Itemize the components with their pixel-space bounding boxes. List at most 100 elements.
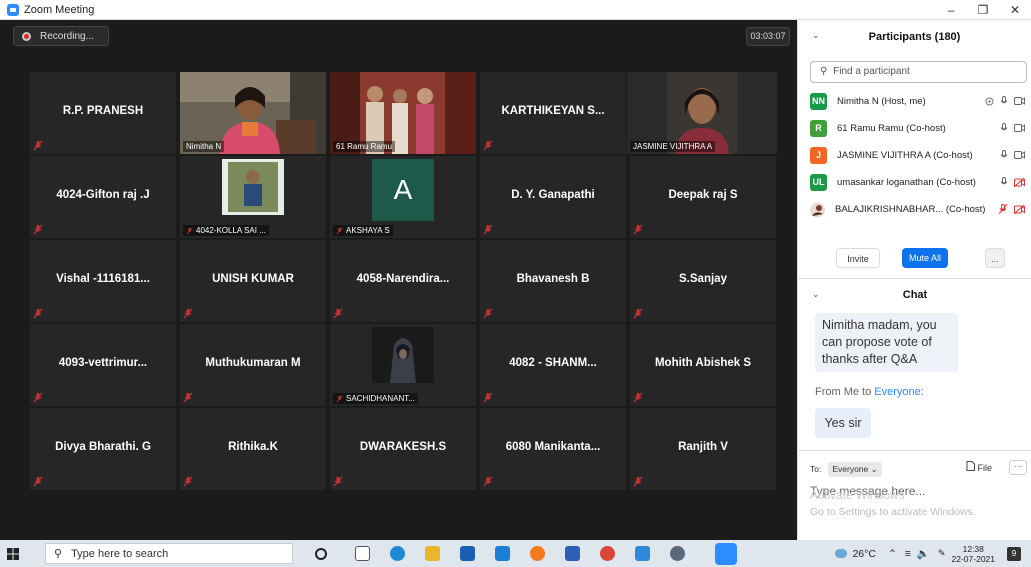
muted-mic-icon xyxy=(633,476,643,487)
video-tile[interactable]: 4024-Gifton raj .J xyxy=(30,156,176,238)
video-tile[interactable]: Rithika.K xyxy=(180,408,326,490)
participant-row-name: umasankar loganathan (Co-host) xyxy=(837,177,976,188)
camera-icon xyxy=(1014,97,1025,105)
network-icon[interactable]: ≡ xyxy=(905,548,911,560)
video-tile[interactable]: 4082 - SHANM... xyxy=(480,324,626,406)
video-tile[interactable]: 4093-vettrimur... xyxy=(30,324,176,406)
video-tile[interactable]: KARTHIKEYAN S... xyxy=(480,72,626,154)
muted-mic-icon xyxy=(33,308,43,319)
video-tile[interactable]: Divya Bharathi. G xyxy=(30,408,176,490)
video-tile[interactable]: 6080 Manikanta... xyxy=(480,408,626,490)
edge-browser-icon[interactable] xyxy=(390,546,405,561)
participant-row[interactable]: J JASMINE VIJITHRA A (Co-host) xyxy=(808,142,1028,169)
close-button[interactable]: ✕ xyxy=(999,0,1031,20)
avatar: NN xyxy=(810,93,827,110)
file-explorer-icon[interactable] xyxy=(425,546,440,561)
recipient-dropdown[interactable]: Everyone ⌄ xyxy=(828,461,882,477)
avatar: R xyxy=(810,120,827,137)
participant-name: Rithika.K xyxy=(228,441,278,453)
cortana-icon[interactable] xyxy=(315,548,327,560)
participant-status xyxy=(1000,123,1025,133)
activate-windows-sub: Go to Settings to activate Windows. xyxy=(810,506,976,518)
video-tile[interactable]: Muthukumaran M xyxy=(180,324,326,406)
participant-row-name: BALAJIKRISHNABHAR... (Co-host) xyxy=(835,204,986,215)
photos-icon[interactable] xyxy=(635,546,650,561)
video-tile[interactable]: Ranjith V xyxy=(630,408,776,490)
mute-all-button[interactable]: Mute All xyxy=(902,248,948,268)
clock-date: 22-07-2021 xyxy=(951,553,995,564)
video-tile[interactable]: Mohith Abishek S xyxy=(630,324,776,406)
word-icon[interactable] xyxy=(565,546,580,561)
active-speaker-tile[interactable]: JASMINE VIJITHRA A xyxy=(627,72,777,154)
video-tile[interactable]: 4058-Narendira... xyxy=(330,240,476,322)
weather-temp[interactable]: 26°C xyxy=(852,548,875,560)
muted-mic-icon xyxy=(633,224,643,235)
participant-row[interactable]: BALAJIKRISHNABHAR... (Co-host) xyxy=(808,196,1028,223)
participant-name-label: 4042-KOLLA SAI ... xyxy=(183,225,269,236)
task-view-icon[interactable] xyxy=(355,546,370,561)
tray-chevron-icon[interactable]: ⌃ xyxy=(888,548,897,560)
participant-row[interactable]: NN Nimitha N (Host, me) xyxy=(808,88,1028,115)
notification-center-icon[interactable]: 9 xyxy=(1007,546,1021,561)
store-icon[interactable] xyxy=(460,546,475,561)
video-tile[interactable]: Nimitha N xyxy=(180,72,326,154)
video-tile[interactable]: Vishal -1116181... xyxy=(30,240,176,322)
video-tile[interactable]: SACHIDHANANT... xyxy=(330,324,476,406)
muted-mic-icon xyxy=(186,227,193,234)
chat-sender-suffix: : xyxy=(920,386,924,398)
file-button[interactable]: File xyxy=(966,461,992,473)
search-icon: ⚲ xyxy=(54,548,63,560)
zoom-taskbar-icon[interactable] xyxy=(715,543,737,565)
avatar: UL xyxy=(810,174,827,191)
video-tile[interactable]: Deepak raj S xyxy=(630,156,776,238)
participant-row[interactable]: R 61 Ramu Ramu (Co-host) xyxy=(808,115,1028,142)
video-tile[interactable]: 61 Ramu Ramu xyxy=(330,72,476,154)
participant-row[interactable]: UL umasankar loganathan (Co-host) xyxy=(808,169,1028,196)
chat-sender-prefix: From Me to xyxy=(815,386,875,398)
avatar-initial: A xyxy=(372,159,434,221)
side-panel: ⌄ Participants (180) ⚲ Find a participan… xyxy=(797,20,1031,540)
participant-name: D. Y. Ganapathi xyxy=(511,189,595,201)
participants-title: Participants (180) xyxy=(868,31,961,43)
muted-mic-icon xyxy=(183,476,193,487)
file-icon xyxy=(966,461,975,471)
video-tile[interactable]: Bhavanesh B xyxy=(480,240,626,322)
minimize-button[interactable]: – xyxy=(935,0,967,20)
participant-status xyxy=(985,96,1025,106)
maximize-button[interactable]: ❐ xyxy=(967,0,999,20)
invite-button[interactable]: Invite xyxy=(836,248,880,268)
muted-mic-icon xyxy=(33,392,43,403)
video-tile[interactable]: S.Sanjay xyxy=(630,240,776,322)
video-tile[interactable]: R.P. PRANESH xyxy=(30,72,176,154)
chrome-icon[interactable] xyxy=(600,546,615,561)
participant-name: KARTHIKEYAN S... xyxy=(501,105,605,117)
muted-mic-icon xyxy=(183,392,193,403)
participant-search-input[interactable]: ⚲ Find a participant xyxy=(810,61,1027,83)
video-tile[interactable]: DWARAKESH.S xyxy=(330,408,476,490)
video-tile[interactable]: A AKSHAYA S xyxy=(330,156,476,238)
start-button[interactable] xyxy=(0,540,26,567)
video-tile[interactable]: 4042-KOLLA SAI ... xyxy=(180,156,326,238)
participant-name-text: SACHIDHANANT... xyxy=(346,394,415,403)
video-tile[interactable]: D. Y. Ganapathi xyxy=(480,156,626,238)
muted-mic-icon xyxy=(483,308,493,319)
taskbar-clock[interactable]: 12:38 22-07-2021 xyxy=(952,544,995,564)
camera-icon xyxy=(1014,124,1025,132)
firefox-icon[interactable] xyxy=(530,546,545,561)
participant-name: Bhavanesh B xyxy=(516,273,590,285)
taskbar-search-input[interactable]: ⚲ Type here to search xyxy=(45,543,293,564)
recording-indicator[interactable]: Recording... xyxy=(13,26,109,46)
participant-status xyxy=(1000,177,1025,187)
more-options-button[interactable]: ... xyxy=(985,248,1005,268)
mail-icon[interactable] xyxy=(495,546,510,561)
video-tile[interactable]: UNISH KUMAR xyxy=(180,240,326,322)
chat-more-button[interactable]: ··· xyxy=(1009,460,1027,475)
participant-name: Vishal -1116181... xyxy=(56,273,150,285)
muted-mic-icon xyxy=(33,476,43,487)
pen-icon[interactable]: ✎ xyxy=(938,548,946,559)
muted-mic-icon xyxy=(336,395,343,402)
volume-icon[interactable]: 🔈 xyxy=(917,547,930,560)
muted-mic-icon xyxy=(183,308,193,319)
paint-icon[interactable] xyxy=(670,546,685,561)
share-icon xyxy=(985,97,994,105)
